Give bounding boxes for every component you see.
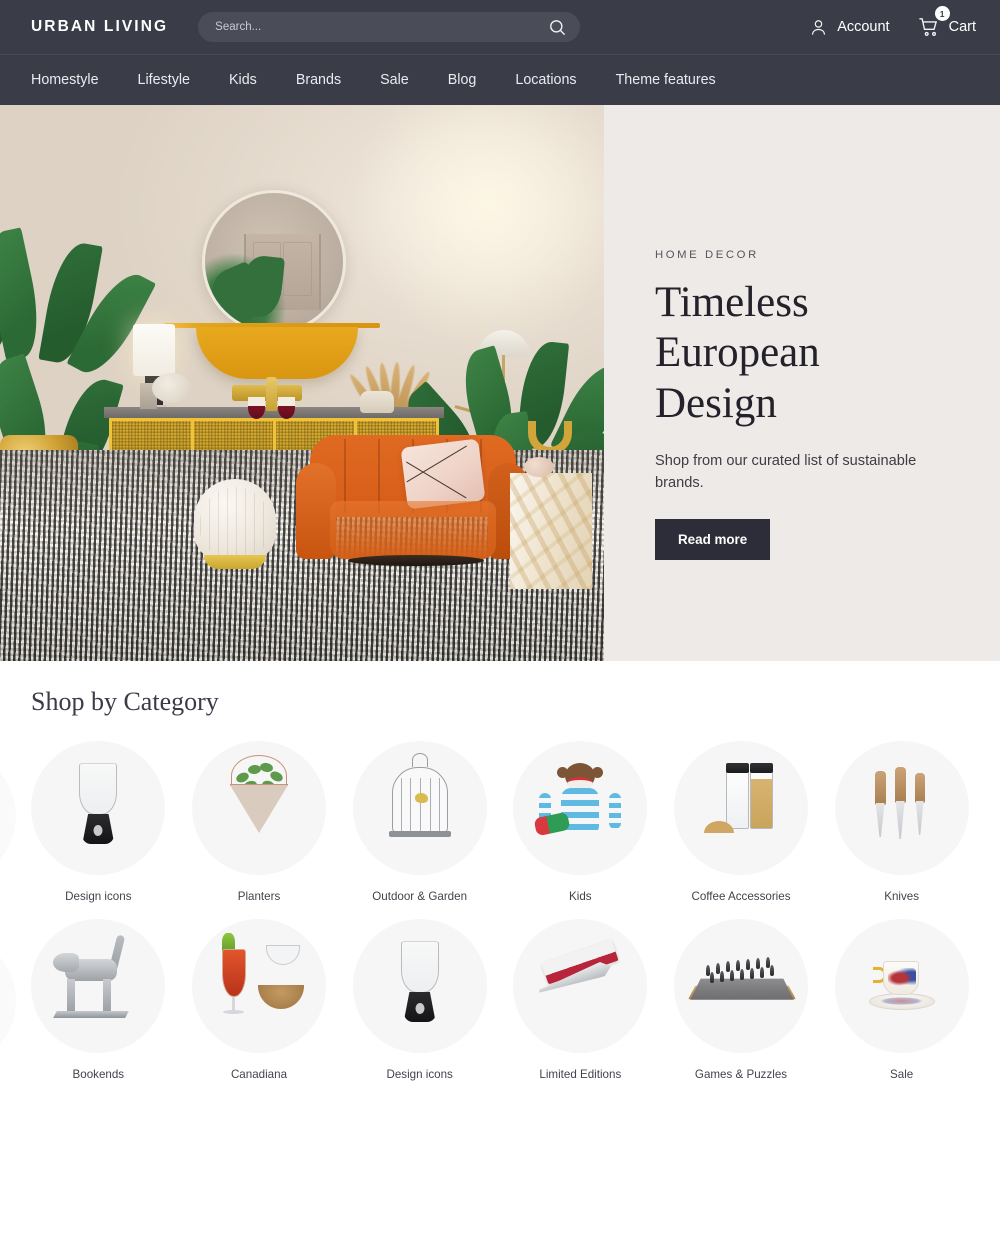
category-label: Outdoor & Garden xyxy=(372,890,468,903)
category-thumb xyxy=(191,741,326,875)
hero-wall-glow xyxy=(350,105,604,350)
teacup-icon xyxy=(835,919,969,1053)
search-bar[interactable] xyxy=(198,12,581,42)
category-thumb xyxy=(834,741,969,875)
sock-monkey-icon xyxy=(513,741,647,875)
category-label: Limited Editions xyxy=(539,1068,622,1081)
hero-wine-glass-1 xyxy=(248,397,265,419)
category-card-limited-editions[interactable]: Limited Editions xyxy=(500,919,661,1081)
category-thumb xyxy=(513,741,648,875)
category-grid: Design icons Planters Outdoor & Garden K… xyxy=(0,741,1000,1081)
search-input[interactable] xyxy=(215,21,549,33)
category-thumb xyxy=(31,919,166,1053)
section-title: Shop by Category xyxy=(31,687,219,716)
category-thumb xyxy=(31,741,166,875)
hero-table-lamp xyxy=(133,324,175,376)
category-thumb xyxy=(673,741,808,875)
user-icon xyxy=(812,19,826,35)
hero-object-knot xyxy=(152,373,192,403)
search-icon xyxy=(550,19,566,35)
cart-label: Cart xyxy=(948,19,976,35)
chess-set-icon xyxy=(674,919,808,1053)
carousel-overflow-circle-top xyxy=(0,749,16,883)
category-label: Planters xyxy=(237,890,281,903)
category-card-kids[interactable]: Kids xyxy=(500,741,661,903)
cart-count-badge: 1 xyxy=(934,6,950,21)
hero-banner: HOME DECOR Timeless European Design Shop… xyxy=(0,105,1000,661)
nav-item-lifestyle[interactable]: Lifestyle xyxy=(138,72,190,88)
category-label: Bookends xyxy=(72,1068,125,1081)
category-thumb xyxy=(673,919,808,1053)
account-link[interactable]: Account xyxy=(809,18,890,37)
boxed-knife-icon xyxy=(513,919,647,1053)
category-label: Coffee Accessories xyxy=(691,890,791,903)
nav-item-homestyle[interactable]: Homestyle xyxy=(31,72,99,88)
hero-round-mirror xyxy=(202,190,346,334)
category-card-design-icons-2[interactable]: Design icons xyxy=(339,919,500,1081)
category-thumb xyxy=(352,741,487,875)
category-card-coffee-accessories[interactable]: Coffee Accessories xyxy=(661,741,822,903)
hero-plinth-knot xyxy=(524,457,554,477)
nav-item-kids[interactable]: Kids xyxy=(229,72,257,88)
shop-by-category-section: Shop by Category Design icons Planters O… xyxy=(0,661,1000,1081)
category-label: Knives xyxy=(884,890,920,903)
category-thumb xyxy=(513,919,648,1053)
dog-bookend-icon xyxy=(31,919,165,1053)
category-label: Design icons xyxy=(65,890,132,903)
hero-object-vase xyxy=(360,391,394,413)
hero-marble-plinth xyxy=(510,473,592,589)
main-navigation: Homestyle Lifestyle Kids Brands Sale Blo… xyxy=(0,54,1000,105)
hero-armchair xyxy=(296,435,528,567)
category-card-canadiana[interactable]: Canadiana xyxy=(179,919,340,1081)
category-label: Canadiana xyxy=(230,1068,288,1081)
nav-item-brands[interactable]: Brands xyxy=(296,72,341,88)
hero-subtitle: Shop from our curated list of sustainabl… xyxy=(655,452,917,492)
category-label: Games & Puzzles xyxy=(694,1068,788,1081)
nav-item-sale[interactable]: Sale xyxy=(380,72,409,88)
cart-icon xyxy=(918,18,937,36)
coffee-dispensers-icon xyxy=(674,741,808,875)
category-card-outdoor-garden[interactable]: Outdoor & Garden xyxy=(339,741,500,903)
goblet-icon xyxy=(31,741,165,875)
hero-pouf xyxy=(194,479,276,571)
hero-object-bottle xyxy=(266,377,277,411)
hanging-planter-icon xyxy=(192,741,326,875)
category-card-sale[interactable]: Sale xyxy=(821,919,982,1081)
nav-item-locations[interactable]: Locations xyxy=(515,72,576,88)
nav-item-theme-features[interactable]: Theme features xyxy=(616,72,716,88)
hero-content: HOME DECOR Timeless European Design Shop… xyxy=(604,105,1000,661)
category-card-games-puzzles[interactable]: Games & Puzzles xyxy=(661,919,822,1081)
hero-cushion xyxy=(400,438,486,510)
hero-title: Timeless European Design xyxy=(655,279,820,427)
knives-icon xyxy=(835,741,969,875)
read-more-button[interactable]: Read more xyxy=(655,519,771,561)
nav-item-blog[interactable]: Blog xyxy=(448,72,477,88)
cocktail-set-icon xyxy=(192,919,326,1053)
category-card-planters[interactable]: Planters xyxy=(179,741,340,903)
category-label: Design icons xyxy=(386,1068,453,1081)
category-label: Sale xyxy=(890,1068,914,1081)
header-actions: Account 1 Cart xyxy=(809,6,976,38)
category-card-bookends[interactable]: Bookends xyxy=(18,919,179,1081)
search-submit-button[interactable] xyxy=(548,18,567,37)
category-card-design-icons[interactable]: Design icons xyxy=(18,741,179,903)
category-thumb xyxy=(352,919,487,1053)
category-label: Kids xyxy=(569,890,592,903)
hero-wine-glass-2 xyxy=(278,397,295,419)
birdcage-icon xyxy=(353,741,487,875)
goblet-icon xyxy=(353,919,487,1053)
cart-link[interactable]: 1 Cart xyxy=(918,6,976,38)
hero-eyebrow: HOME DECOR xyxy=(655,249,759,261)
category-card-knives[interactable]: Knives xyxy=(821,741,982,903)
site-logo[interactable]: URBAN LIVING xyxy=(31,18,168,36)
carousel-overflow-circle-bottom xyxy=(0,934,16,1068)
account-label: Account xyxy=(837,19,890,35)
category-thumb xyxy=(834,919,969,1053)
category-thumb xyxy=(191,919,326,1053)
hero-image xyxy=(0,105,604,661)
site-header: URBAN LIVING Account 1 Cart xyxy=(0,0,1000,54)
